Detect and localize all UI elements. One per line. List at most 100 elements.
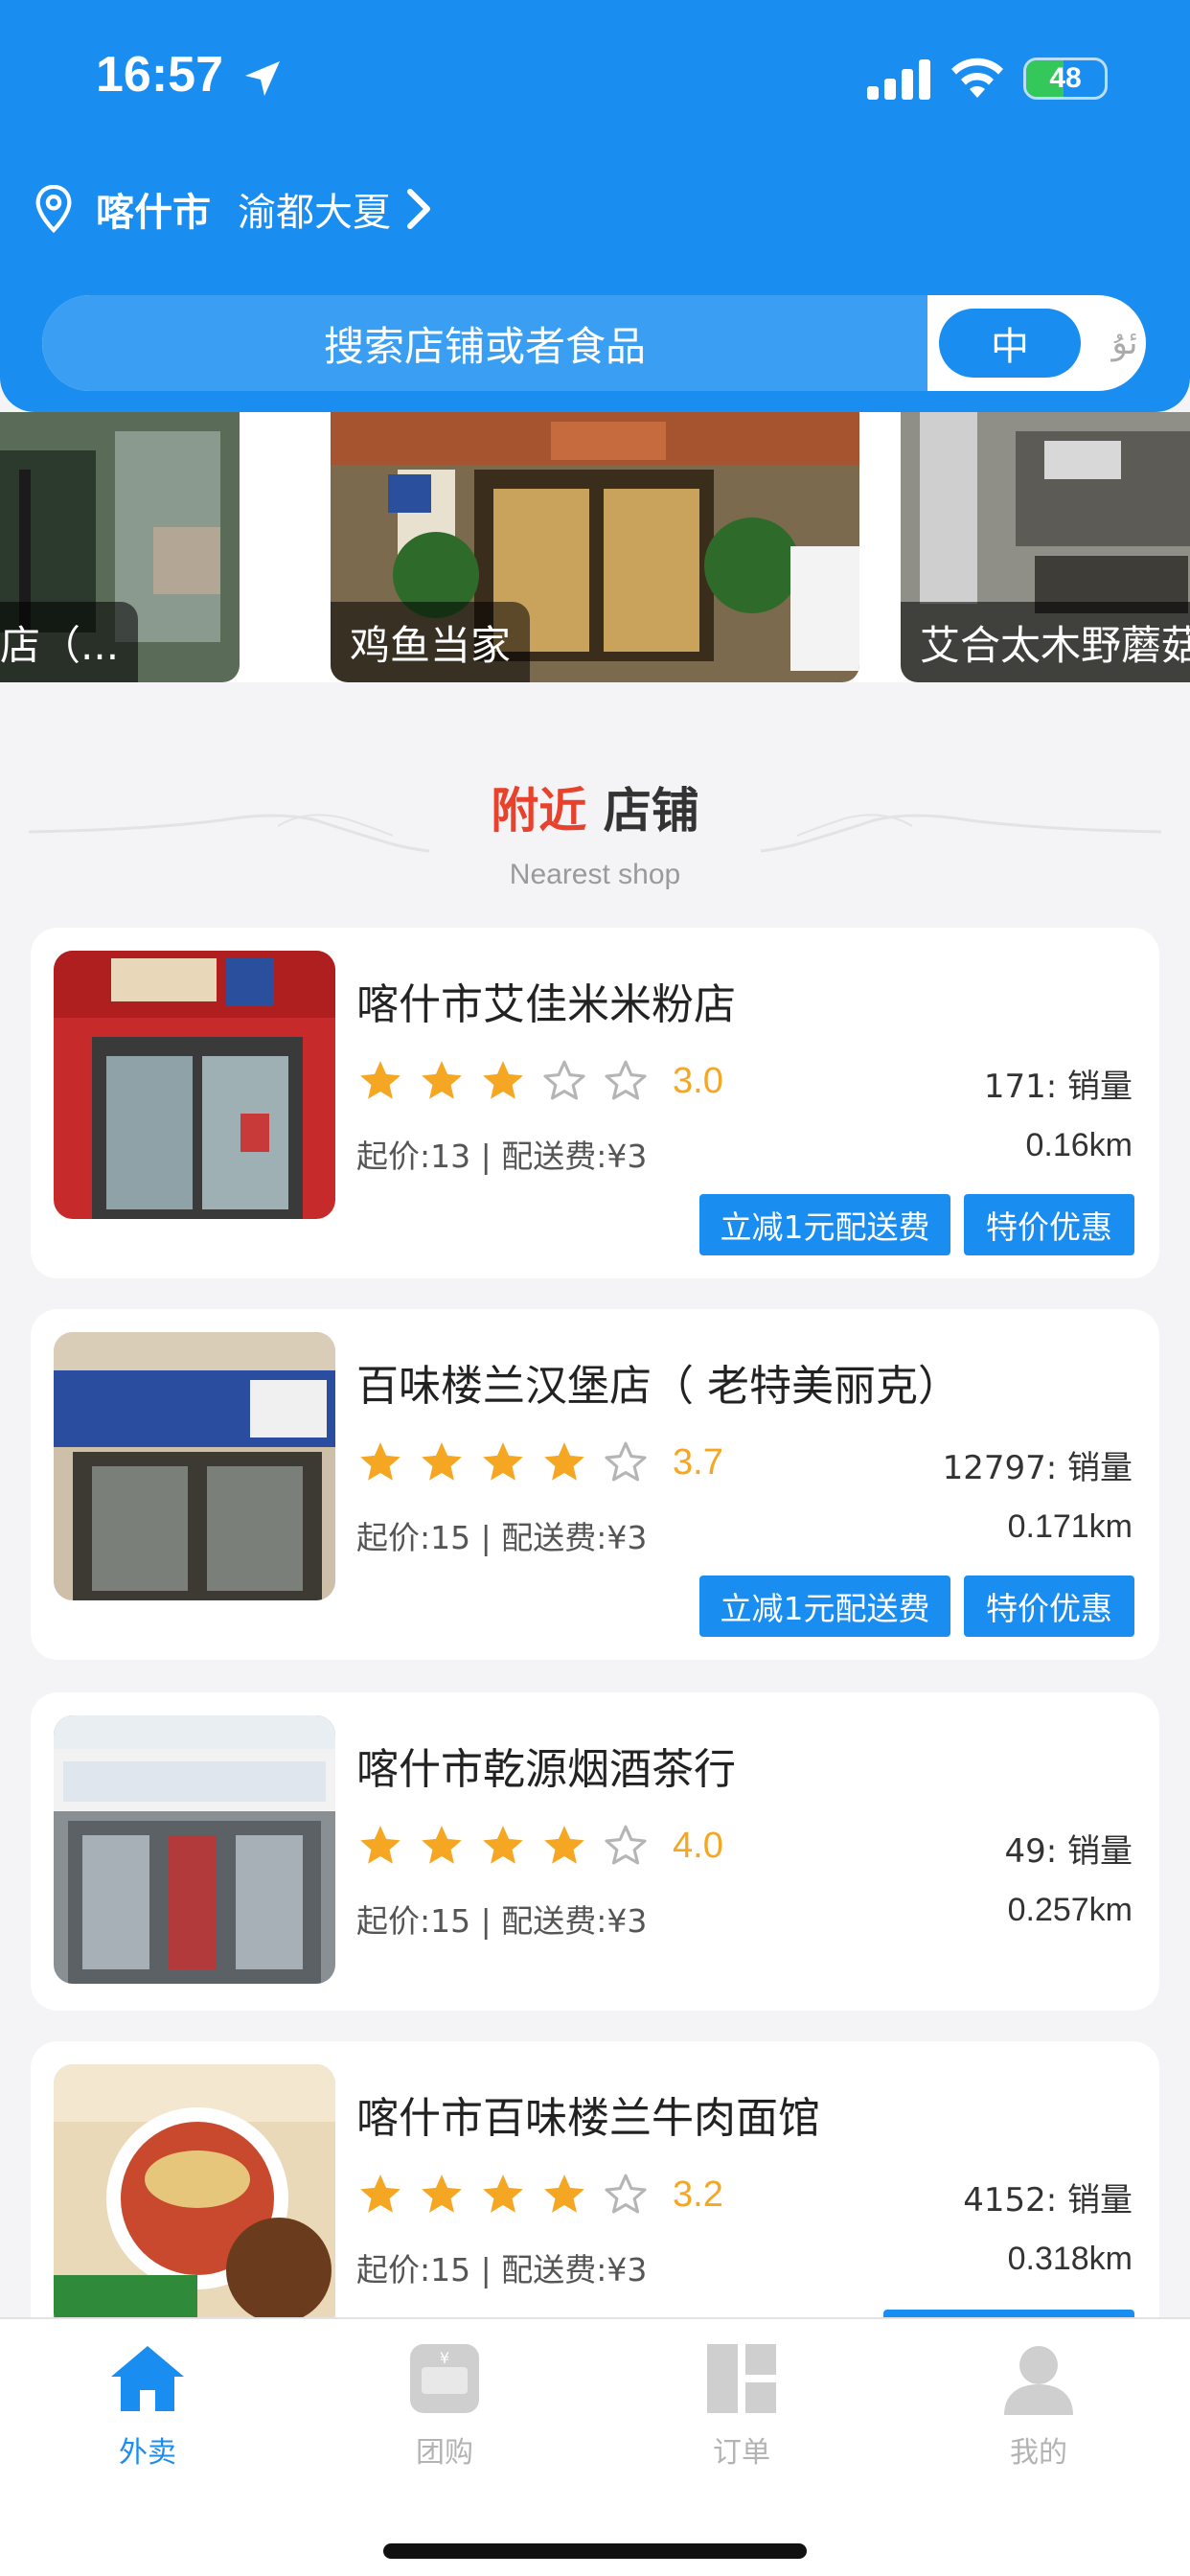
star-rating: 3.2	[356, 2168, 723, 2221]
search-bar: 搜索店铺或者食品 中 ئۇ	[42, 295, 1146, 391]
star-empty-icon	[605, 2174, 647, 2214]
star-empty-icon	[605, 1060, 647, 1100]
price-and-delivery-fee: 起价:15 | 配送费:¥3	[356, 1519, 648, 1556]
star-filled-icon	[360, 2174, 400, 2213]
city-label: 喀什市	[96, 191, 211, 235]
shop-card[interactable]: 喀什市艾佳米米粉店 3.0 171: 销量 起价:13 | 配送费:¥3 0.1…	[31, 928, 1159, 1278]
tab-orders[interactable]: 订单	[655, 2338, 828, 2482]
battery-icon: 48	[1023, 58, 1108, 100]
shop-image	[54, 951, 335, 1219]
star-filled-icon	[422, 2174, 462, 2213]
banner-caption: 鸡鱼当家	[331, 602, 531, 682]
banner-item[interactable]: 店（...	[0, 412, 240, 682]
banner-item[interactable]: 艾合太木野蘑菇	[901, 412, 1190, 682]
left-ornament-icon	[29, 814, 430, 853]
banner-caption: 店（...	[0, 602, 139, 682]
promo-tag-delivery-discount: 立减1元配送费	[699, 1576, 950, 1637]
section-title-highlight: 附近	[491, 783, 587, 839]
section-title-rest: 店铺	[603, 783, 699, 839]
tab-takeout[interactable]: 外卖	[61, 2338, 234, 2482]
star-filled-icon	[544, 1442, 584, 1481]
sales-count: 49: 销量	[1004, 1832, 1133, 1871]
star-filled-icon	[483, 2174, 523, 2213]
shop-card[interactable]: 百味楼兰汉堡店（ 老特美丽克） 3.7 12797: 销量 起价:15 | 配送…	[31, 1309, 1159, 1660]
tab-label: 团购	[416, 2436, 473, 2470]
star-filled-icon	[422, 1826, 462, 1864]
promo-tag-special-offer: 特价优惠	[964, 1194, 1134, 1255]
language-chinese-toggle[interactable]: 中	[939, 309, 1081, 378]
star-filled-icon	[544, 1826, 584, 1864]
star-filled-icon	[483, 1061, 523, 1099]
star-filled-icon	[360, 1826, 400, 1864]
home-icon	[111, 2346, 184, 2411]
sales-count: 4152: 销量	[963, 2181, 1133, 2220]
star-filled-icon	[360, 1442, 400, 1481]
star-rating: 3.0	[356, 1054, 723, 1108]
banner-item[interactable]: 鸡鱼当家	[331, 412, 859, 682]
section-subtitle: Nearest shop	[509, 859, 681, 890]
shop-image	[54, 2064, 335, 2333]
star-filled-icon	[483, 1442, 523, 1481]
sales-count: 12797: 销量	[942, 1449, 1133, 1487]
language-uyghur-toggle[interactable]: ئۇ	[1087, 309, 1146, 378]
rating-value: 3.0	[673, 1060, 723, 1101]
tab-label: 我的	[1010, 2436, 1067, 2470]
banner-caption: 艾合太木野蘑菇	[901, 602, 1190, 682]
promo-tag-delivery-discount: 立减1元配送费	[699, 1194, 950, 1255]
tab-label: 订单	[713, 2436, 770, 2470]
distance: 0.257km	[1007, 1892, 1133, 1928]
address-label: 渝都大夏	[238, 191, 391, 235]
shop-image	[54, 1715, 335, 1984]
ticket-icon: ¥	[410, 2344, 479, 2413]
tab-mine[interactable]: 我的	[952, 2338, 1125, 2482]
price-and-delivery-fee: 起价:15 | 配送费:¥3	[356, 1902, 648, 1940]
cellular-signal-icon	[867, 59, 930, 100]
star-filled-icon	[483, 1826, 523, 1864]
svg-text:¥: ¥	[440, 2349, 449, 2367]
battery-percent: 48	[1049, 62, 1082, 94]
star-filled-icon	[422, 1442, 462, 1481]
orders-grid-icon	[707, 2344, 776, 2413]
star-rating: 3.7	[356, 1436, 723, 1489]
shop-name: 百味楼兰汉堡店（ 老特美丽克）	[356, 1362, 960, 1411]
star-empty-icon	[605, 1441, 647, 1482]
right-ornament-icon	[760, 814, 1161, 853]
sales-count: 171: 销量	[983, 1068, 1133, 1106]
star-filled-icon	[360, 1061, 400, 1099]
header: 16:57 48 喀什市 渝都大夏 搜索店铺或者食品 中 ئۇ	[0, 0, 1190, 412]
location-selector[interactable]: 喀什市 渝都大夏	[34, 180, 433, 238]
status-time: 16:57	[96, 47, 223, 103]
star-rating: 4.0	[356, 1819, 723, 1873]
rating-value: 4.0	[673, 1825, 723, 1866]
rating-value: 3.2	[673, 2174, 723, 2215]
shop-name: 喀什市乾源烟酒茶行	[356, 1745, 736, 1794]
shop-image	[54, 1332, 335, 1600]
user-profile-icon	[1004, 2346, 1073, 2415]
wifi-icon	[951, 58, 1003, 98]
home-indicator	[383, 2543, 807, 2559]
price-and-delivery-fee: 起价:13 | 配送费:¥3	[356, 1138, 648, 1175]
distance: 0.318km	[1007, 2241, 1133, 2277]
star-filled-icon	[422, 1061, 462, 1099]
star-empty-icon	[543, 1060, 585, 1100]
distance: 0.16km	[1025, 1127, 1133, 1163]
shop-name: 喀什市百味楼兰牛肉面馆	[356, 2094, 820, 2143]
map-pin-icon	[35, 185, 72, 233]
star-empty-icon	[605, 1825, 647, 1865]
shop-banner-carousel[interactable]: 店（... 鸡鱼当家 艾合太木野蘑菇	[0, 412, 1190, 682]
distance: 0.171km	[1007, 1508, 1133, 1545]
tab-group-buy[interactable]: ¥ 团购	[358, 2338, 531, 2482]
star-filled-icon	[544, 2174, 584, 2213]
promo-tag-special-offer: 特价优惠	[964, 1576, 1134, 1637]
price-and-delivery-fee: 起价:15 | 配送费:¥3	[356, 2251, 648, 2288]
rating-value: 3.7	[673, 1441, 723, 1483]
shop-card[interactable]: 喀什市乾源烟酒茶行 4.0 49: 销量 起价:15 | 配送费:¥3 0.25…	[31, 1692, 1159, 2011]
tab-label: 外卖	[119, 2436, 176, 2470]
search-input[interactable]: 搜索店铺或者食品	[42, 295, 927, 391]
chevron-right-icon	[407, 189, 430, 229]
nearby-shops-heading: 附近 店铺 Nearest shop	[0, 728, 1190, 901]
location-arrow-icon	[245, 61, 280, 96]
status-bar: 16:57 48	[0, 0, 1190, 158]
shop-name: 喀什市艾佳米米粉店	[356, 980, 736, 1029]
bottom-tab-bar: 外卖 ¥ 团购 订单 我的	[0, 2317, 1190, 2576]
